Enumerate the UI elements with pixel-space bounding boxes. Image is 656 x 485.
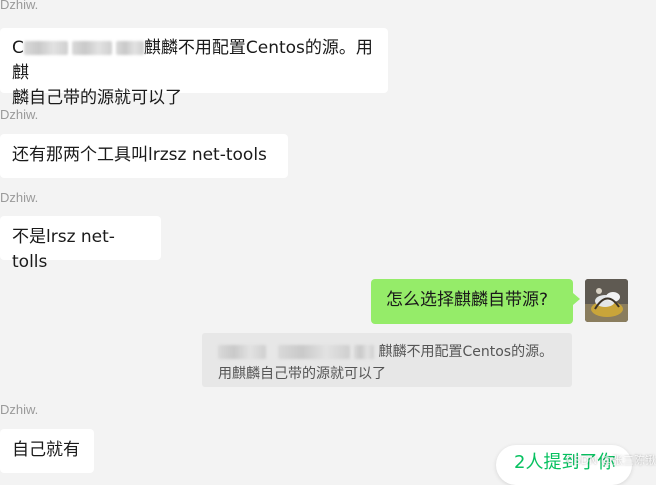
message-text: 自己就有: [12, 440, 80, 460]
avatar-image-icon: [585, 279, 628, 322]
sender-name: Dzhiw.: [0, 0, 39, 12]
redacted-text: [23, 41, 68, 55]
sender-name: Dzhiw.: [0, 402, 39, 417]
redacted-text: [71, 41, 112, 55]
redacted-text: [115, 41, 144, 55]
redacted-text: [354, 345, 374, 359]
message-first-char: C: [12, 38, 24, 58]
message-text-line: 麟自己带的源就可以了: [12, 88, 182, 108]
quote-line: 用麒麟自己带的源就可以了: [218, 366, 386, 382]
message-bubble[interactable]: 自己就有: [0, 429, 94, 473]
message-bubble[interactable]: C 麒麟不用配置Centos的源。用麒 麟自己带的源就可以了: [0, 28, 388, 108]
quote-line: 麒麟不用配置Centos的源。: [218, 341, 562, 363]
message-bubble[interactable]: 还有那两个工具叫lrzsz net-tools: [0, 134, 288, 178]
message-text: 怎么选择麒麟自带源?: [386, 290, 549, 310]
message-text: 不是lrsz net-tolls: [12, 227, 115, 272]
sender-name: Dzhiw.: [0, 190, 39, 205]
quote-text: 麒麟不用配置Centos的源。: [378, 344, 554, 360]
avatar[interactable]: [585, 279, 628, 322]
message-text-line: C 麒麟不用配置Centos的源。用麒: [12, 36, 376, 86]
message-bubble[interactable]: 不是lrsz net-tolls: [0, 216, 161, 272]
redacted-text: [218, 345, 266, 359]
own-message-bubble[interactable]: 怎么选择麒麟自带源?: [371, 279, 580, 324]
sender-name: Dzhiw.: [0, 107, 39, 122]
watermark: CSDN @张三陈锹: [566, 454, 656, 467]
quoted-message[interactable]: 麒麟不用配置Centos的源。 用麒麟自己带的源就可以了: [202, 333, 572, 387]
message-text: 还有那两个工具叫lrzsz net-tools: [12, 145, 267, 165]
redacted-text: [278, 345, 350, 359]
